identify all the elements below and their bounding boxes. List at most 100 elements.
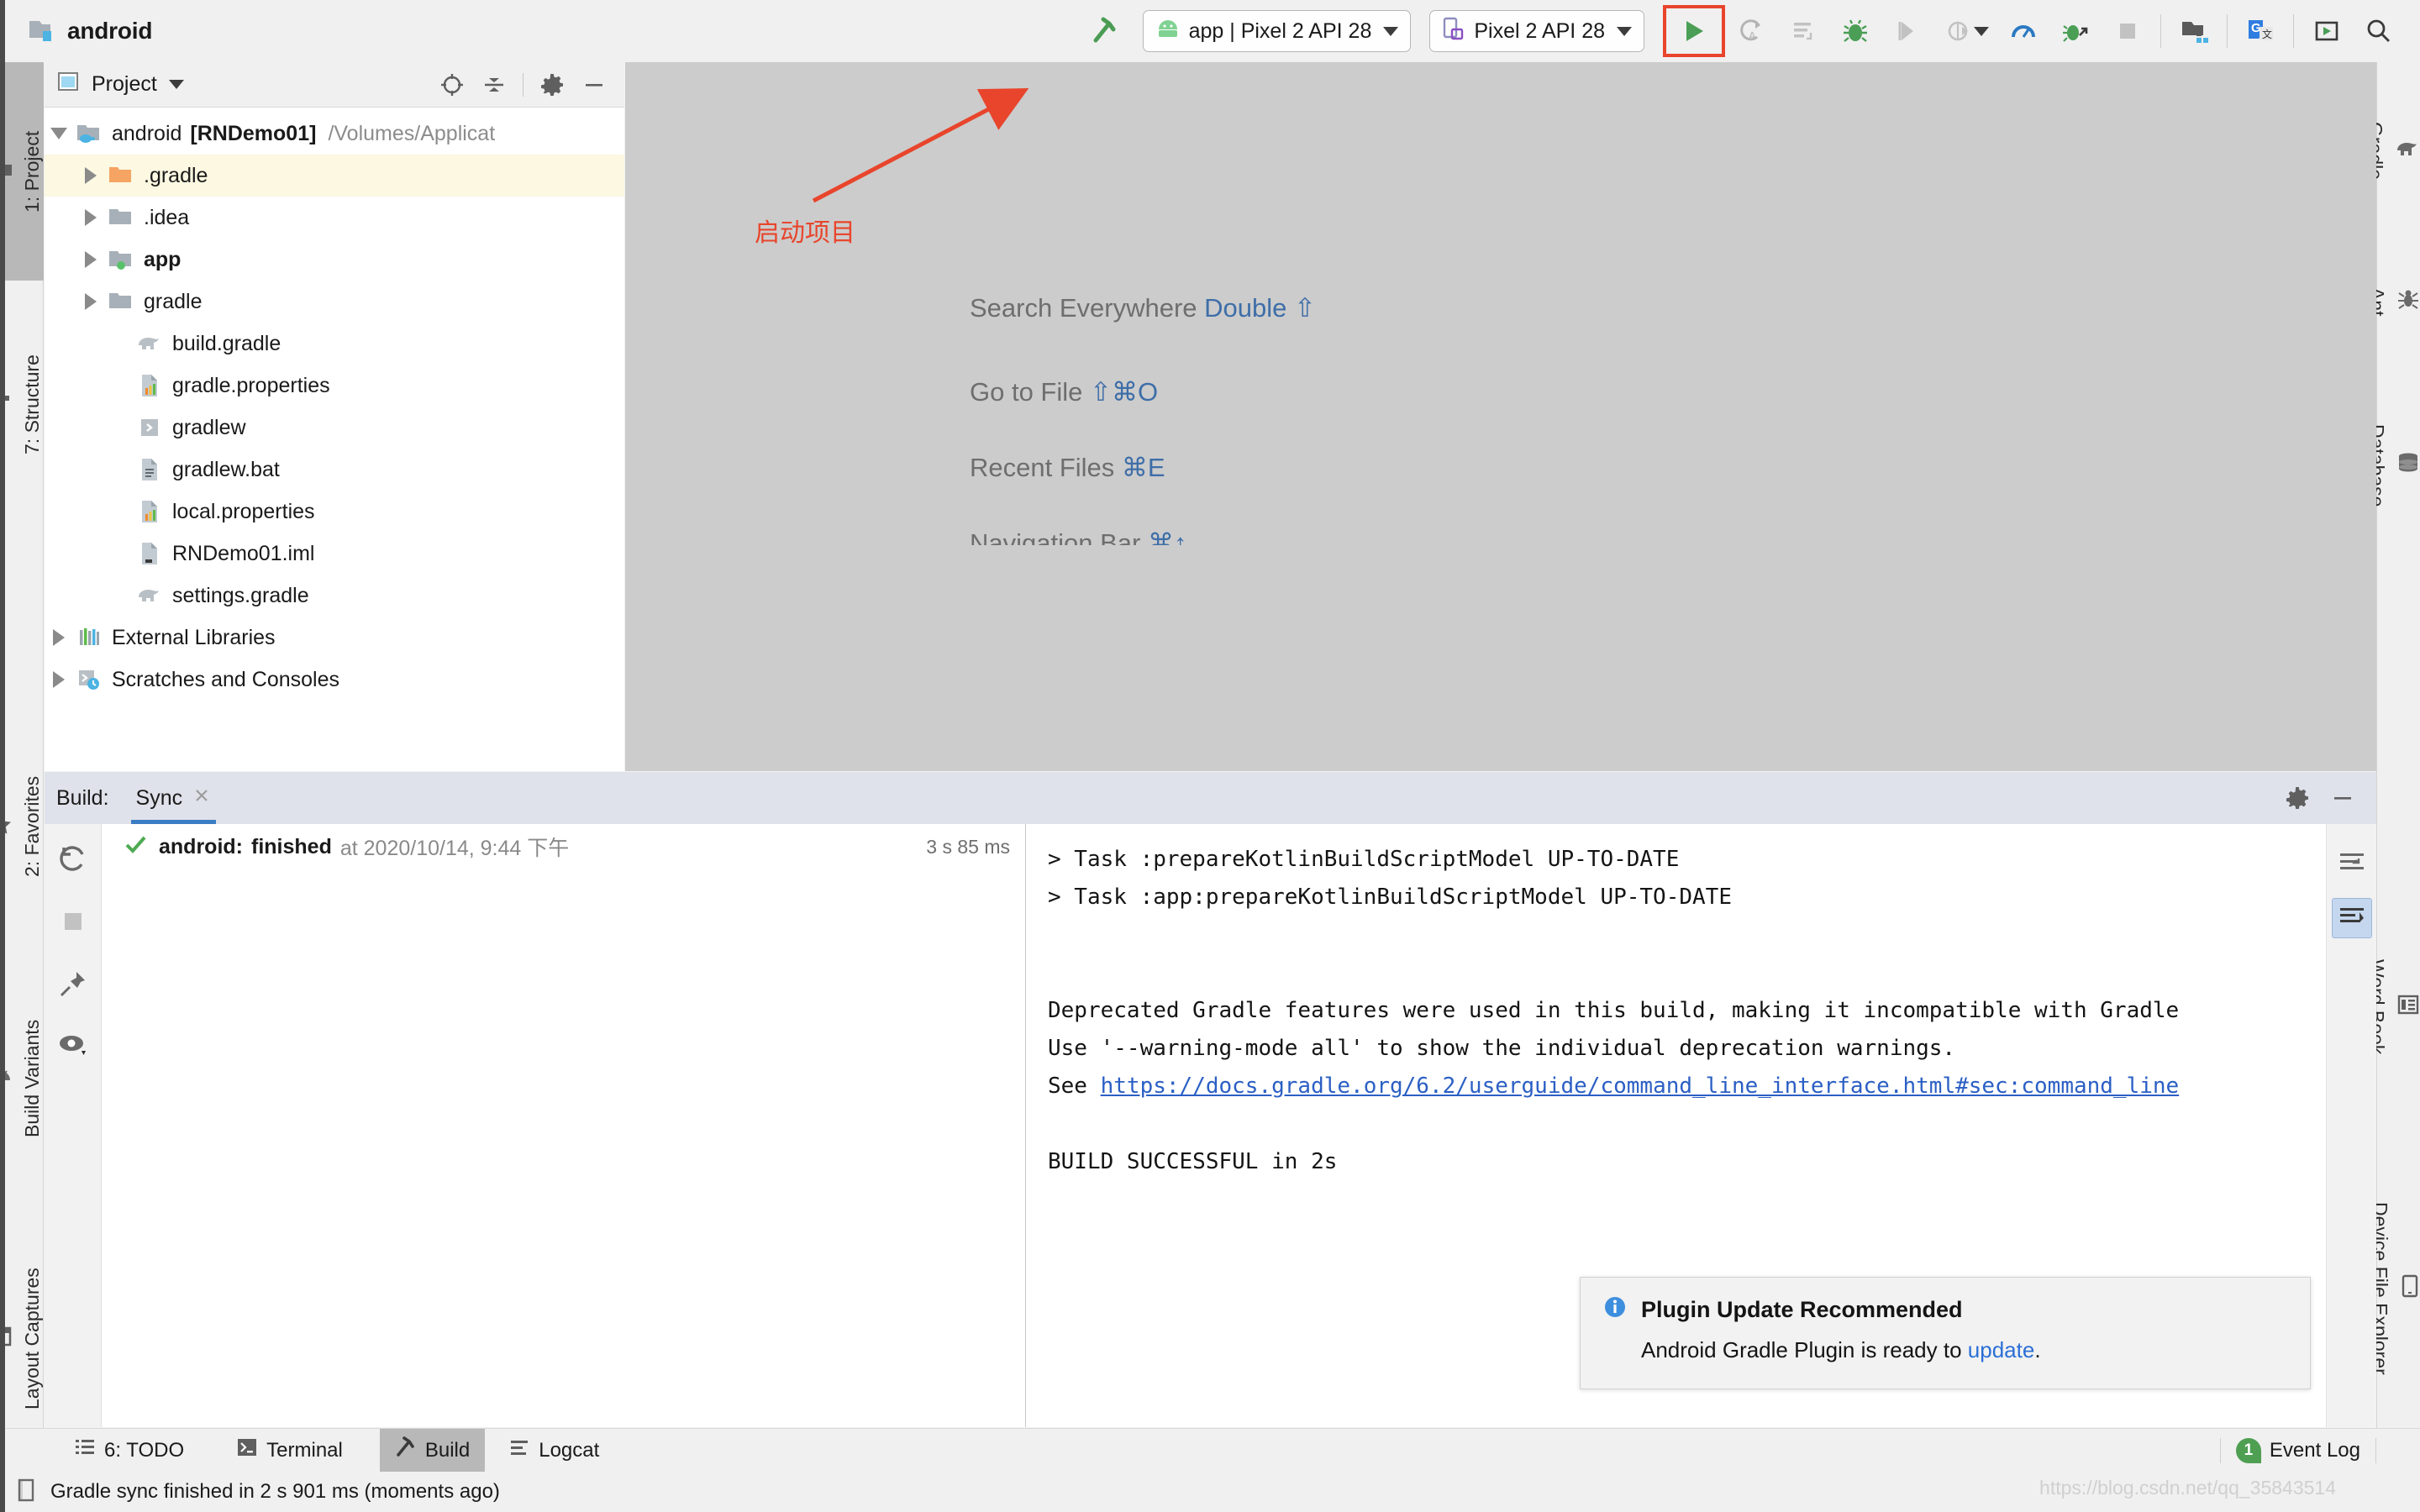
tree-row[interactable]: gradlew (45, 407, 624, 449)
tree-row[interactable]: gradle.properties (45, 365, 624, 407)
expand-arrow-icon[interactable] (76, 251, 105, 268)
sidebar-item-structure[interactable]: 7: Structure (0, 285, 44, 524)
minimize-icon[interactable] (2324, 780, 2361, 816)
expand-arrow-icon[interactable] (76, 167, 105, 184)
tree-row[interactable]: android [RNDemo01] /Volumes/Applicat (45, 113, 624, 155)
bug-icon[interactable] (1829, 6, 1881, 56)
android-robot-icon (0, 1068, 13, 1090)
sidebar-item-label: Layout Captures (21, 1268, 43, 1410)
tree-row[interactable]: gradle (45, 281, 624, 323)
tree-row-label: RNDemo01.iml (172, 541, 315, 565)
tree-row[interactable]: build.gradle (45, 323, 624, 365)
scroll-to-end-icon[interactable] (2331, 898, 2372, 938)
tree-row-label: External Libraries (112, 625, 276, 649)
sidebar-item-ant[interactable]: Ant (2366, 243, 2420, 360)
tree-row[interactable]: RNDemo01.iml (45, 533, 624, 575)
left-tool-strip: 1: Project 7: Structure 2: Favorites Bui… (0, 62, 44, 1451)
gradle-docs-link[interactable]: https://docs.gradle.org/6.2/userguide/co… (1101, 1074, 2180, 1099)
build-tree-row[interactable]: android: finished at 2020/10/14, 9:44 下午… (102, 824, 1025, 869)
svg-text:A: A (1749, 29, 1756, 42)
hammer-icon[interactable] (1079, 6, 1131, 56)
sidebar-item-favorites[interactable]: 2: Favorites (0, 705, 44, 948)
avd-manager-icon[interactable] (2168, 6, 2220, 56)
tree-row[interactable]: settings.gradle (45, 575, 624, 617)
tree-row[interactable]: .idea (45, 197, 624, 239)
run-coverage-icon[interactable] (1881, 6, 1933, 56)
page-title: android (67, 18, 153, 44)
search-icon[interactable] (2353, 6, 2405, 56)
device-label: Pixel 2 API 28 (1474, 18, 1605, 43)
tree-row[interactable]: External Libraries (45, 617, 624, 659)
sidebar-item-build-variants[interactable]: Build Variants (0, 953, 44, 1205)
chevron-down-icon[interactable] (1974, 26, 1989, 36)
sidebar-item-database[interactable]: Database (2366, 369, 2420, 562)
stop-square-icon[interactable] (2102, 6, 2154, 56)
apply-changes-icon[interactable]: A (1725, 6, 1777, 56)
expand-arrow-icon[interactable] (76, 209, 105, 226)
close-icon[interactable] (192, 786, 211, 811)
project-view-icon (56, 71, 82, 98)
tree-row[interactable]: .gradle (45, 155, 624, 197)
gear-icon[interactable] (534, 67, 571, 102)
sidebar-item-device-file-explorer[interactable]: Device File Explorer (2370, 1129, 2420, 1448)
expand-arrow-icon[interactable] (76, 293, 105, 310)
stop-square-icon[interactable] (59, 907, 87, 940)
build-duration: 3 s 85 ms (926, 835, 1010, 858)
refresh-icon[interactable] (57, 843, 89, 879)
update-link[interactable]: update (1968, 1337, 2035, 1362)
chevron-down-icon[interactable] (1617, 26, 1632, 36)
apply-code-changes-icon[interactable] (1777, 6, 1829, 56)
expand-arrow-icon[interactable] (45, 671, 73, 688)
project-panel: Project android [RNDemo01] /Volumes/Appl… (45, 62, 624, 771)
build-result-tree[interactable]: android: finished at 2020/10/14, 9:44 下午… (102, 824, 1026, 1427)
expand-arrow-icon[interactable] (45, 128, 73, 139)
pin-icon[interactable] (58, 969, 88, 1003)
attach-debugger-icon[interactable] (2049, 6, 2102, 56)
google-translate-icon[interactable]: G文 (2234, 6, 2286, 56)
expand-arrow-icon[interactable] (45, 629, 73, 646)
tab-sync[interactable]: Sync (130, 772, 217, 824)
tree-row[interactable]: local.properties (45, 491, 624, 533)
bottom-item-logcat[interactable]: Logcat (493, 1429, 614, 1473)
run-button[interactable] (1663, 5, 1725, 57)
tree-row[interactable]: app (45, 239, 624, 281)
sidebar-item-gradle[interactable]: Gradle (2365, 67, 2420, 235)
text-file-icon (134, 457, 166, 482)
sdk-manager-icon[interactable] (2301, 6, 2353, 56)
bottom-item-todo[interactable]: 6: TODO (59, 1429, 199, 1473)
tree-row-label: gradlew (172, 415, 246, 439)
minimize-icon[interactable] (576, 67, 613, 102)
logcat-icon (508, 1436, 530, 1464)
event-log-button[interactable]: 1 Event Log (2221, 1429, 2375, 1473)
profiler-monitor-icon[interactable] (1997, 6, 2049, 56)
sidebar-item-word-book[interactable]: Word Book (2366, 902, 2420, 1112)
target-crosshair-icon[interactable] (434, 67, 471, 102)
sidebar-item-project[interactable]: 1: Project (0, 62, 44, 281)
tree-row[interactable]: Scratches and Consoles (45, 659, 624, 701)
project-tree[interactable]: android [RNDemo01] /Volumes/Applicat .gr… (45, 108, 624, 771)
bottom-bar-divider (2375, 1437, 2376, 1463)
bottom-item-label: Build (424, 1438, 471, 1462)
bottom-item-terminal[interactable]: Terminal (221, 1429, 358, 1473)
tree-row-label: Scratches and Consoles (112, 667, 339, 691)
gradle-elephant-icon (2395, 139, 2420, 163)
notification-body-prefix: Android Gradle Plugin is ready to (1641, 1337, 1968, 1362)
console-line-link-row: See https://docs.gradle.org/6.2/userguid… (1048, 1068, 2376, 1105)
chevron-down-icon[interactable] (1383, 26, 1399, 36)
device-selector[interactable]: Pixel 2 API 28 (1429, 10, 1644, 52)
eye-icon[interactable] (57, 1032, 89, 1061)
gear-icon[interactable] (2279, 780, 2316, 816)
chevron-down-icon[interactable] (168, 80, 184, 89)
soft-wrap-icon[interactable] (2332, 843, 2372, 883)
build-state: finished (251, 834, 332, 858)
bottom-item-build[interactable]: Build (379, 1428, 486, 1473)
console-line: BUILD SUCCESSFUL in 2s (1048, 1149, 1338, 1174)
tree-row[interactable]: gradlew.bat (45, 449, 624, 491)
bottom-tool-bar: 6: TODO Terminal Build Logcat 1 Event Lo… (0, 1428, 2420, 1473)
collapse-all-icon[interactable] (476, 67, 513, 102)
toolbar-divider (2160, 14, 2161, 48)
run-configuration-selector[interactable]: app | Pixel 2 API 28 (1142, 10, 1412, 52)
plugin-update-notification[interactable]: Plugin Update Recommended Android Gradle… (1580, 1277, 2311, 1389)
folder-icon (105, 291, 137, 312)
